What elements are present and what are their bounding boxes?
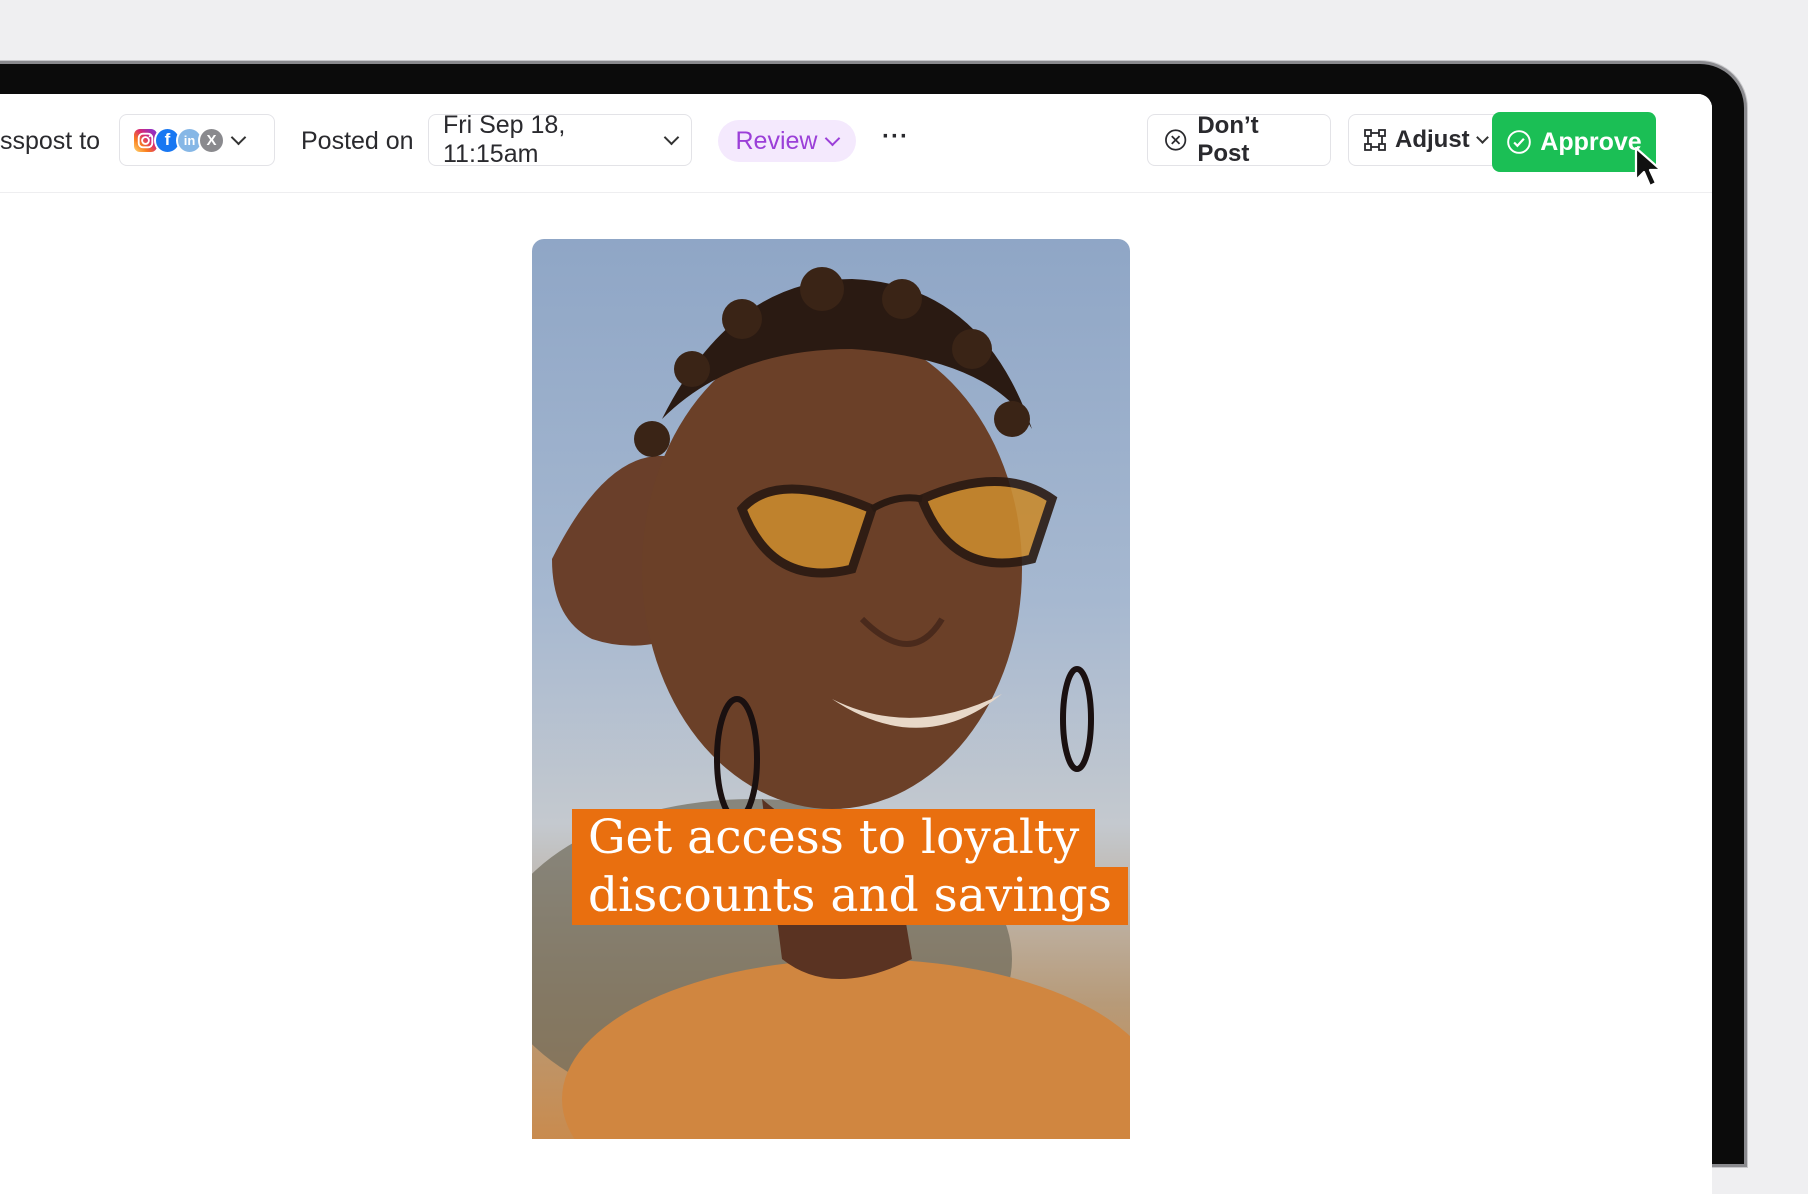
status-label: Review (735, 126, 818, 155)
dont-post-button[interactable]: Don’t Post (1147, 112, 1331, 167)
approve-button[interactable]: Approve (1492, 112, 1656, 172)
adjust-label: Adjust (1395, 126, 1470, 153)
close-circle-icon (1165, 129, 1187, 151)
post-caption-overlay: Get access to loyalty discounts and savi… (572, 809, 1128, 925)
post-media-preview: Get access to loyalty discounts and savi… (532, 239, 1130, 1139)
post-date-value: Fri Sep 18, 11:15am (443, 111, 566, 168)
more-options-button[interactable]: ··· (882, 122, 909, 152)
portrait-photo (532, 267, 1130, 1139)
mouse-pointer-icon (1634, 146, 1664, 195)
caption-line-2: discounts and savings (572, 867, 1128, 925)
post-toolbar: sspost to f in X Posted on Fri Sep 18, 1… (0, 94, 1712, 193)
chevron-down-icon (663, 129, 680, 146)
dont-post-label: Don’t Post (1197, 112, 1259, 167)
chevron-down-icon (825, 130, 841, 147)
app-screen: sspost to f in X Posted on Fri Sep 18, 1… (0, 94, 1712, 1194)
transform-icon (1364, 129, 1386, 151)
network-icons: f in X (132, 126, 225, 154)
adjust-dropdown-button[interactable]: Adjust (1348, 114, 1512, 166)
check-circle-icon (1507, 130, 1532, 154)
status-dropdown[interactable]: Review (718, 120, 856, 162)
posted-on-label: Posted on (301, 127, 414, 155)
approve-label: Approve (1540, 127, 1642, 156)
chevron-down-icon (230, 129, 247, 146)
laptop-frame: sspost to f in X Posted on Fri Sep 18, 1… (0, 64, 1744, 1194)
crosspost-label: sspost to (0, 127, 101, 155)
x-icon: X (198, 126, 225, 154)
post-date-picker[interactable]: Fri Sep 18, 11:15am (428, 111, 692, 168)
caption-line-1: Get access to loyalty (572, 809, 1096, 867)
crosspost-networks-dropdown[interactable]: f in X (119, 114, 275, 166)
chevron-down-icon (1475, 131, 1489, 144)
